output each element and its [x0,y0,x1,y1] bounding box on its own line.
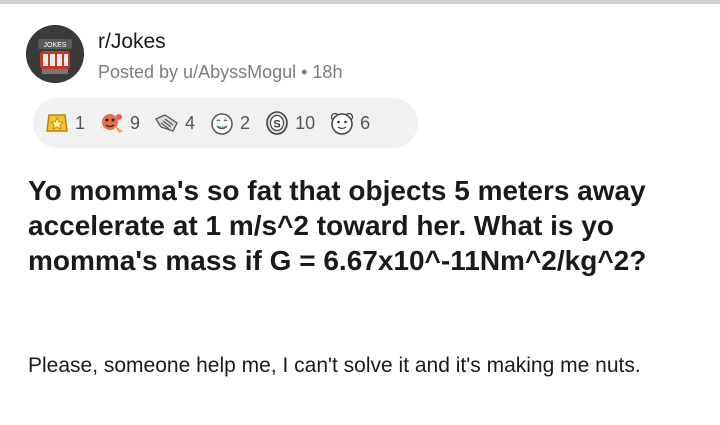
award-bear[interactable]: 6 [328,109,370,137]
wholesome-seal-award-icon [98,109,126,137]
award-laughing[interactable]: 2 [208,109,250,137]
award-count: 9 [130,112,141,133]
bear-face-award-icon [328,109,356,137]
award-count: 4 [185,112,196,133]
silver-coin-award-icon: S [263,109,291,137]
svg-text:JOKES: JOKES [44,42,67,49]
award-count: 2 [240,112,251,133]
post-age: 18h [312,62,343,82]
award-gold[interactable]: 1 [43,109,85,137]
post-title[interactable]: Yo momma's so fat that objects 5 meters … [28,173,668,278]
award-handshake[interactable]: 4 [153,109,195,137]
award-count: 10 [295,112,316,133]
post-card[interactable]: JOKES r/Jokes Posted by u/AbyssMogul • 18h… [0,0,720,425]
svg-text:S: S [273,119,280,131]
jokes-logo-icon: JOKES [26,25,84,83]
subreddit-avatar[interactable]: JOKES [26,25,84,83]
awards-bar[interactable]: 1 9 4 2 S 10 6 [33,98,418,148]
subreddit-name[interactable]: r/Jokes [98,29,166,55]
posted-by-user[interactable]: Posted by u/AbyssMogul [98,62,296,82]
post-meta: Posted by u/AbyssMogul • 18h [98,60,342,84]
handshake-award-icon [153,109,181,137]
award-count: 6 [360,112,371,133]
gold-award-icon [43,109,71,137]
laughing-face-award-icon [208,109,236,137]
award-silver[interactable]: S 10 [263,109,315,137]
award-wholesome[interactable]: 9 [98,109,140,137]
meta-separator: • [301,62,308,82]
post-body: Please, someone help me, I can't solve i… [28,354,641,377]
award-count: 1 [75,112,86,133]
